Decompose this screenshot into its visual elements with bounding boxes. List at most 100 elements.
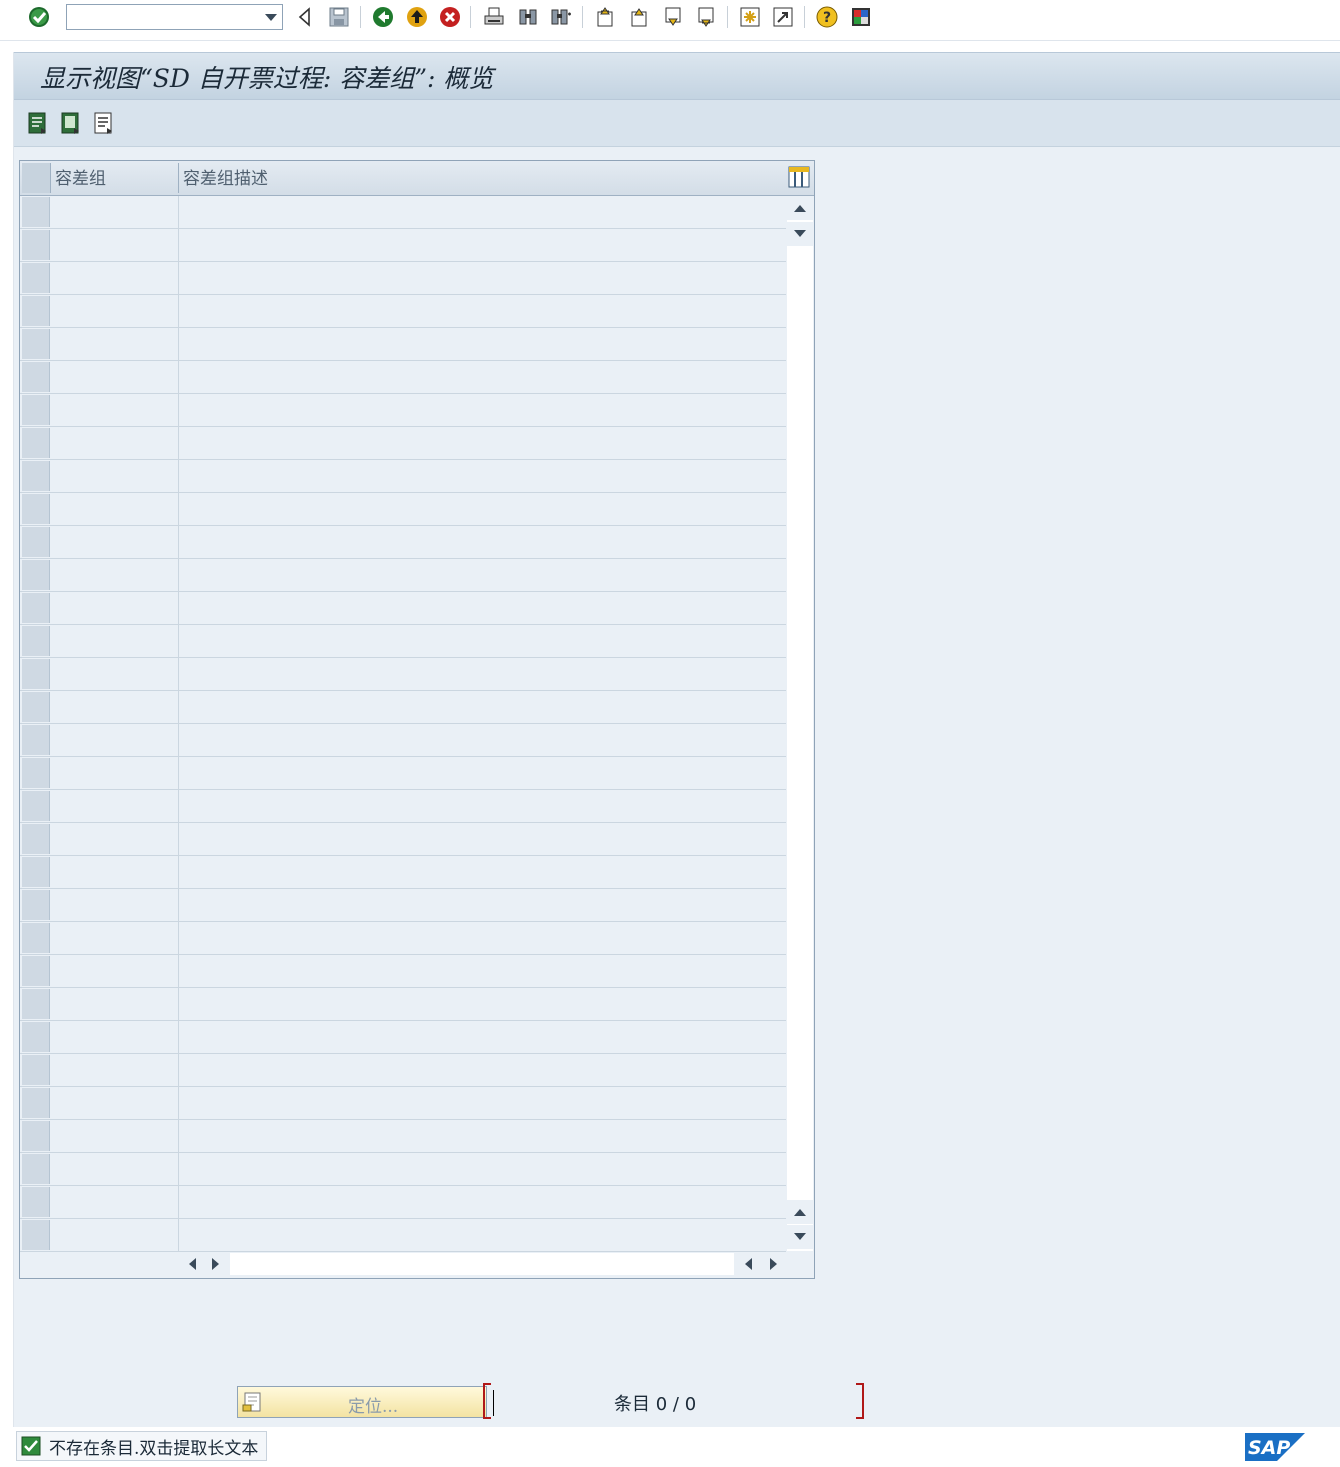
position-button[interactable]: 定位... bbox=[237, 1386, 487, 1418]
table-settings-icon[interactable] bbox=[788, 166, 810, 188]
cell-tolerance-group[interactable] bbox=[51, 559, 179, 591]
cell-tolerance-group-description[interactable] bbox=[179, 757, 785, 789]
cell-tolerance-group-description[interactable] bbox=[179, 493, 785, 525]
cell-tolerance-group-description[interactable] bbox=[179, 625, 785, 657]
cell-tolerance-group-description[interactable] bbox=[179, 1087, 785, 1119]
row-selector[interactable] bbox=[22, 560, 50, 590]
cell-tolerance-group-description[interactable] bbox=[179, 526, 785, 558]
column-header-tolerance-group-description[interactable]: 容差组描述 bbox=[179, 163, 785, 193]
cell-tolerance-group-description[interactable] bbox=[179, 559, 785, 591]
cell-tolerance-group[interactable] bbox=[51, 394, 179, 426]
cell-tolerance-group[interactable] bbox=[51, 526, 179, 558]
table-row[interactable] bbox=[20, 922, 786, 955]
cell-tolerance-group-description[interactable] bbox=[179, 460, 785, 492]
row-selector[interactable] bbox=[22, 230, 50, 260]
cell-tolerance-group[interactable] bbox=[51, 922, 179, 954]
row-selector[interactable] bbox=[22, 824, 50, 854]
row-selector[interactable] bbox=[22, 197, 50, 227]
command-field[interactable] bbox=[66, 4, 283, 30]
row-selector[interactable] bbox=[22, 1121, 50, 1151]
table-row[interactable] bbox=[20, 823, 786, 856]
row-selector[interactable] bbox=[22, 857, 50, 887]
row-selector[interactable] bbox=[22, 1022, 50, 1052]
cell-tolerance-group-description[interactable] bbox=[179, 856, 785, 888]
cell-tolerance-group-description[interactable] bbox=[179, 889, 785, 921]
row-selector[interactable] bbox=[22, 1055, 50, 1085]
row-selector[interactable] bbox=[22, 461, 50, 491]
row-selector[interactable] bbox=[22, 494, 50, 524]
table-row[interactable] bbox=[20, 1153, 786, 1186]
scroll-left-end-icon[interactable] bbox=[736, 1253, 760, 1275]
horizontal-scrollbar[interactable] bbox=[180, 1251, 814, 1277]
cell-tolerance-group-description[interactable] bbox=[179, 328, 785, 360]
table-row[interactable] bbox=[20, 955, 786, 988]
table-row[interactable] bbox=[20, 625, 786, 658]
scroll-right-end-icon[interactable] bbox=[762, 1253, 786, 1275]
cell-tolerance-group[interactable] bbox=[51, 1219, 179, 1251]
table-row[interactable] bbox=[20, 592, 786, 625]
cell-tolerance-group[interactable] bbox=[51, 625, 179, 657]
previous-page-icon[interactable] bbox=[626, 4, 652, 30]
cell-tolerance-group[interactable] bbox=[51, 856, 179, 888]
row-selector[interactable] bbox=[22, 395, 50, 425]
table-row[interactable] bbox=[20, 559, 786, 592]
find-icon[interactable] bbox=[515, 4, 541, 30]
table-row[interactable] bbox=[20, 691, 786, 724]
last-page-icon[interactable] bbox=[693, 4, 719, 30]
table-row[interactable] bbox=[20, 229, 786, 262]
cell-tolerance-group-description[interactable] bbox=[179, 955, 785, 987]
cell-tolerance-group[interactable] bbox=[51, 889, 179, 921]
cell-tolerance-group-description[interactable] bbox=[179, 922, 785, 954]
row-selector[interactable] bbox=[22, 263, 50, 293]
cell-tolerance-group-description[interactable] bbox=[179, 724, 785, 756]
cell-tolerance-group[interactable] bbox=[51, 328, 179, 360]
dropdown-icon[interactable] bbox=[264, 10, 278, 24]
cell-tolerance-group-description[interactable] bbox=[179, 361, 785, 393]
save-icon[interactable] bbox=[326, 4, 352, 30]
cell-tolerance-group-description[interactable] bbox=[179, 1054, 785, 1086]
cell-tolerance-group[interactable] bbox=[51, 196, 179, 228]
table-row[interactable] bbox=[20, 394, 786, 427]
row-selector[interactable] bbox=[22, 1220, 50, 1250]
cell-tolerance-group-description[interactable] bbox=[179, 1186, 785, 1218]
row-selector[interactable] bbox=[22, 758, 50, 788]
cell-tolerance-group-description[interactable] bbox=[179, 1219, 785, 1251]
cell-tolerance-group[interactable] bbox=[51, 724, 179, 756]
cell-tolerance-group[interactable] bbox=[51, 823, 179, 855]
row-selector[interactable] bbox=[22, 626, 50, 656]
table-row[interactable] bbox=[20, 526, 786, 559]
exit-icon[interactable] bbox=[404, 4, 430, 30]
row-selector[interactable] bbox=[22, 659, 50, 689]
next-page-icon[interactable] bbox=[660, 4, 686, 30]
row-selector[interactable] bbox=[22, 296, 50, 326]
cell-tolerance-group-description[interactable] bbox=[179, 592, 785, 624]
cell-tolerance-group[interactable] bbox=[51, 361, 179, 393]
row-selector[interactable] bbox=[22, 956, 50, 986]
cell-tolerance-group-description[interactable] bbox=[179, 658, 785, 690]
cell-tolerance-group-description[interactable] bbox=[179, 262, 785, 294]
cancel-icon[interactable] bbox=[437, 4, 463, 30]
find-next-icon[interactable] bbox=[548, 4, 574, 30]
cell-tolerance-group-description[interactable] bbox=[179, 1120, 785, 1152]
table-row[interactable] bbox=[20, 328, 786, 361]
cell-tolerance-group-description[interactable] bbox=[179, 823, 785, 855]
table-row[interactable] bbox=[20, 988, 786, 1021]
vertical-scrollbar[interactable] bbox=[787, 196, 813, 1251]
cell-tolerance-group[interactable] bbox=[51, 1021, 179, 1053]
table-row[interactable] bbox=[20, 1219, 786, 1252]
first-page-icon[interactable] bbox=[592, 4, 618, 30]
layout-menu-icon[interactable] bbox=[848, 4, 874, 30]
row-selector[interactable] bbox=[22, 1088, 50, 1118]
table-row[interactable] bbox=[20, 1087, 786, 1120]
cell-tolerance-group[interactable] bbox=[51, 658, 179, 690]
cell-tolerance-group-description[interactable] bbox=[179, 988, 785, 1020]
table-row[interactable] bbox=[20, 1021, 786, 1054]
table-row[interactable] bbox=[20, 889, 786, 922]
cell-tolerance-group[interactable] bbox=[51, 1054, 179, 1086]
new-session-icon[interactable] bbox=[737, 4, 763, 30]
row-selector[interactable] bbox=[22, 692, 50, 722]
horizontal-scroll-track[interactable] bbox=[230, 1253, 734, 1275]
details-icon[interactable] bbox=[26, 110, 50, 136]
deselect-all-icon[interactable] bbox=[92, 110, 116, 136]
table-row[interactable] bbox=[20, 790, 786, 823]
